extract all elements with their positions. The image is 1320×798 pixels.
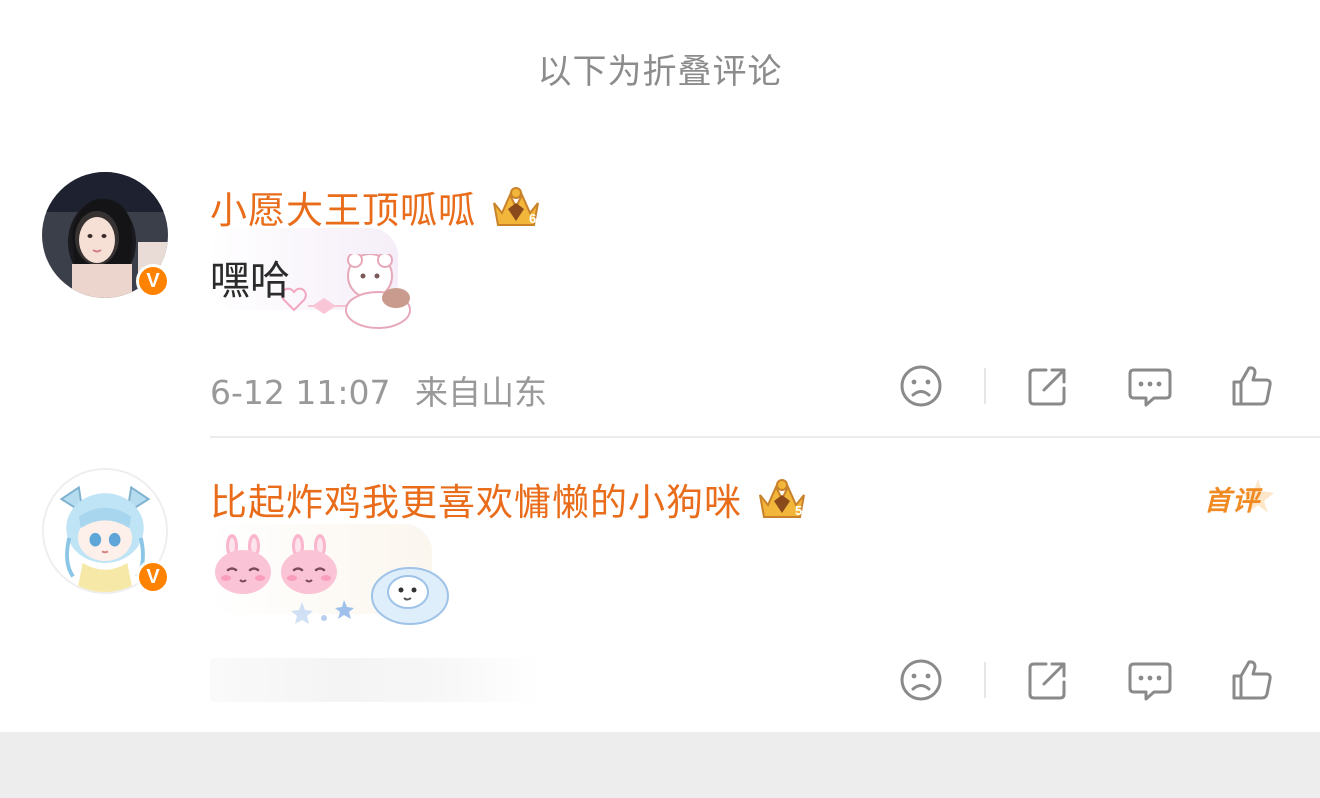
bunny-emoji-icon: [215, 534, 271, 594]
verified-badge: V: [136, 560, 170, 594]
thumbs-up-icon: [1232, 660, 1272, 700]
user-row: 比起炸鸡我更喜欢慵懒的小狗咪 5: [210, 472, 810, 526]
username[interactable]: 比起炸鸡我更喜欢慵懒的小狗咪: [210, 472, 742, 526]
comment-button[interactable]: [1126, 362, 1174, 410]
share-icon: [1028, 368, 1066, 406]
dislike-button[interactable]: [897, 362, 945, 410]
dislike-button[interactable]: [897, 656, 945, 704]
bottom-bar: [0, 732, 1320, 798]
comment-button[interactable]: [1126, 656, 1174, 704]
sad-face-icon: [900, 365, 942, 407]
comment-text: 嘿哈: [210, 258, 290, 304]
share-icon: [1028, 662, 1066, 700]
crown-level-number: 6: [529, 211, 536, 226]
like-button[interactable]: [1228, 362, 1276, 410]
bunny-sticker: [281, 254, 411, 329]
user-row: 小愿大王顶呱呱 6: [210, 180, 544, 234]
comment-actions: [0, 652, 1320, 712]
comment-bubble-icon: [1128, 662, 1172, 701]
username[interactable]: 小愿大王顶呱呱: [210, 180, 476, 234]
comment-divider: [210, 436, 1320, 438]
comment-bubble-icon: [1128, 368, 1172, 407]
first-comment-badge-label: 首评: [1204, 486, 1260, 517]
like-button[interactable]: [1228, 656, 1276, 704]
puppy-sticker: [291, 567, 449, 625]
action-separator: [984, 662, 986, 698]
crown-level-icon: 5: [759, 479, 805, 518]
share-button[interactable]: [1024, 656, 1072, 704]
share-button[interactable]: [1024, 362, 1072, 410]
crown-level-icon: 6: [493, 187, 539, 226]
avatar[interactable]: V: [42, 172, 170, 298]
first-comment-badge: 首评: [1200, 475, 1280, 521]
comment-actions: [0, 356, 1320, 416]
verified-badge: V: [136, 264, 170, 298]
sad-face-icon: [900, 659, 942, 701]
thumbs-up-icon: [1232, 366, 1272, 406]
folded-comments-label: 以下为折叠评论: [537, 52, 783, 92]
action-separator: [984, 368, 986, 404]
avatar[interactable]: V: [42, 468, 170, 594]
crown-level-number: 5: [795, 503, 802, 518]
